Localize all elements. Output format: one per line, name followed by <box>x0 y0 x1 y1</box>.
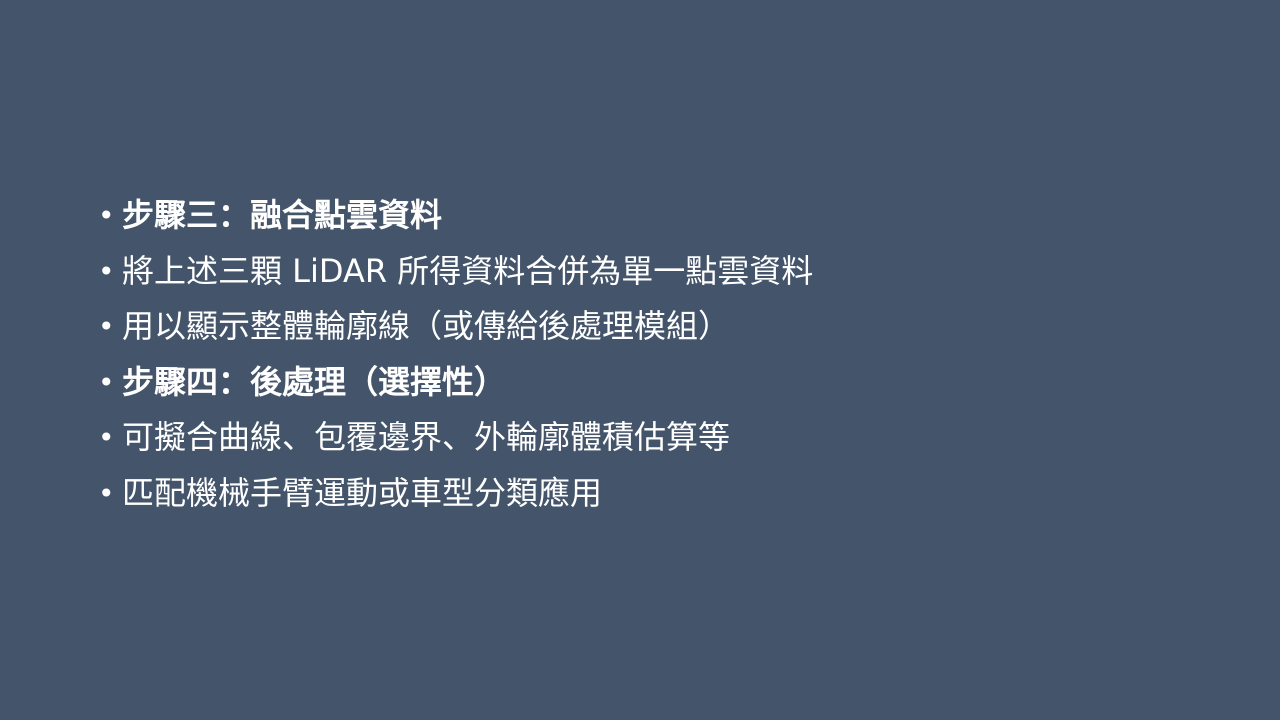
bullet-item-display-outline: • 用以顯示整體輪廓線（或傳給後處理模組） <box>98 299 813 355</box>
bullet-text: 步驟三：融合點雲資料 <box>122 196 443 234</box>
bullet-dot-icon: • <box>98 476 115 510</box>
bullet-dot-icon: • <box>98 254 115 288</box>
bullet-dot-icon: • <box>98 199 115 232</box>
bullet-dot-icon: • <box>98 310 115 343</box>
slide-canvas: • 步驟三：融合點雲資料 • 將上述三顆 LiDAR 所得資料合併為單一點雲資料… <box>0 0 1280 720</box>
bullet-list: • 步驟三：融合點雲資料 • 將上述三顆 LiDAR 所得資料合併為單一點雲資料… <box>98 188 813 521</box>
bullet-text: 步驟四：後處理（選擇性） <box>122 362 507 401</box>
bullet-text: 匹配機械手臂運動或車型分類應用 <box>122 473 603 512</box>
bullet-item-step3-heading: • 步驟三：融合點雲資料 <box>98 188 813 244</box>
bullet-item-curve-fitting: • 可擬合曲線、包覆邊界、外輪廓體積估算等 <box>98 410 813 466</box>
bullet-text: 可擬合曲線、包覆邊界、外輪廓體積估算等 <box>122 418 731 456</box>
bullet-dot-icon: • <box>98 421 115 454</box>
bullet-item-robot-arm: • 匹配機械手臂運動或車型分類應用 <box>98 466 813 522</box>
bullet-item-step4-heading: • 步驟四：後處理（選擇性） <box>98 355 813 411</box>
bullet-dot-icon: • <box>98 365 115 399</box>
bullet-text: 用以顯示整體輪廓線（或傳給後處理模組） <box>122 307 731 345</box>
bullet-text: 將上述三顆 LiDAR 所得資料合併為單一點雲資料 <box>122 251 814 290</box>
bullet-item-merge-lidar: • 將上述三顆 LiDAR 所得資料合併為單一點雲資料 <box>98 244 813 300</box>
